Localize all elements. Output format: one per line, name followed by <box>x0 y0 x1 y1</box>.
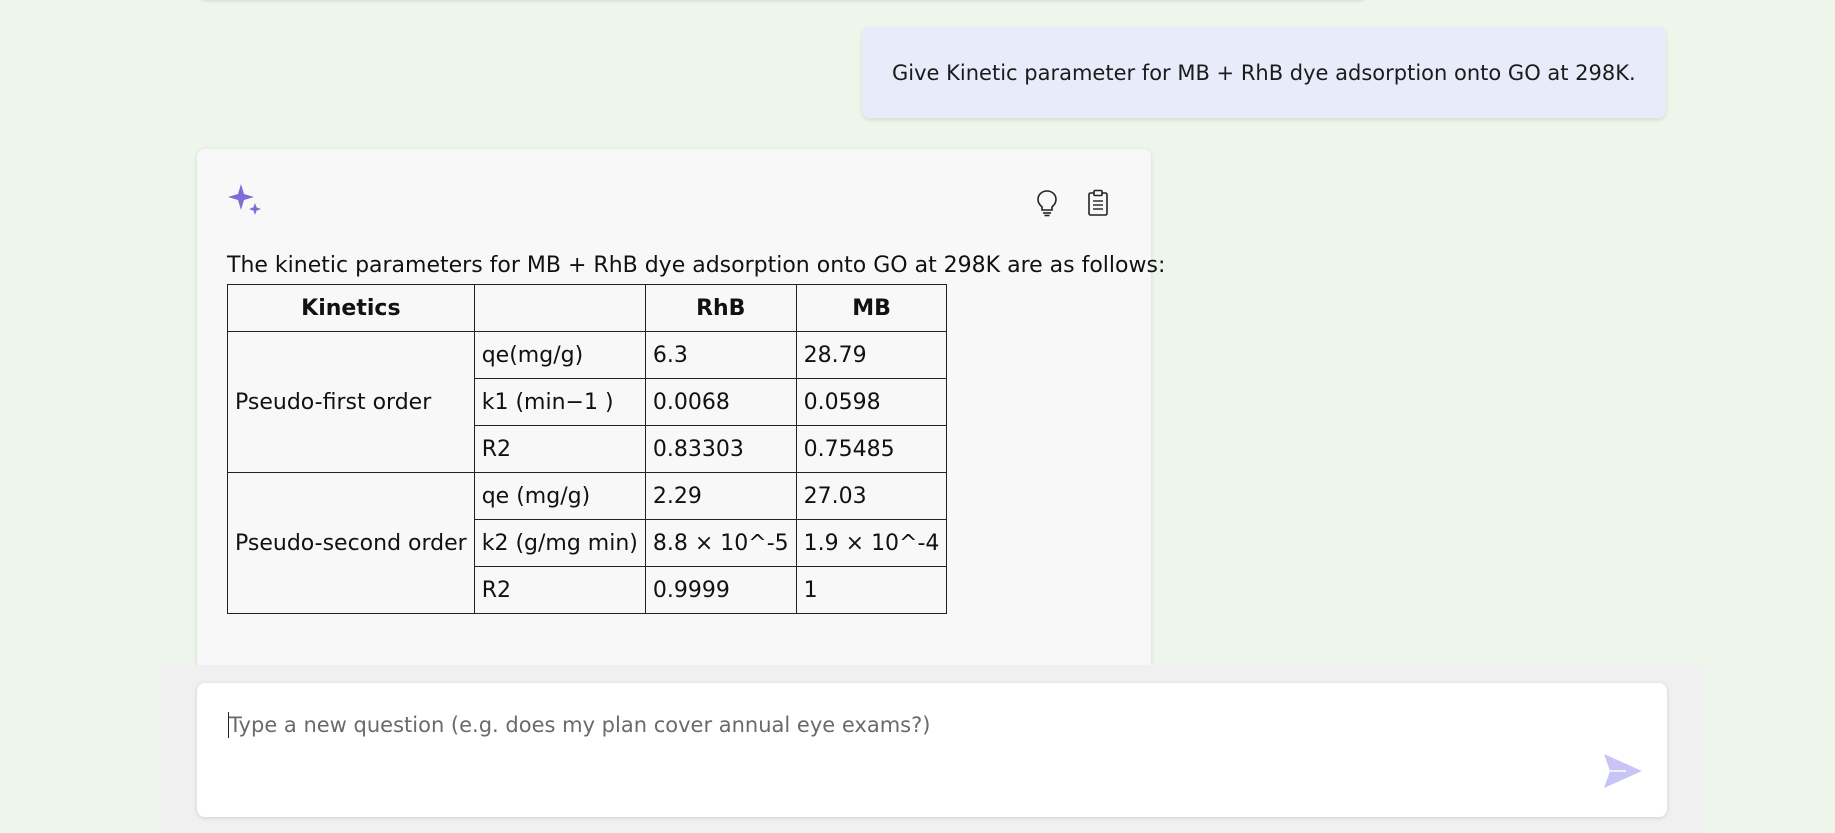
header-kinetics: Kinetics <box>227 284 475 332</box>
parameter-cell: k1 (min−1 ) <box>473 378 646 426</box>
user-message-bubble: Give Kinetic parameter for MB + RhB dye … <box>862 27 1666 118</box>
user-question-text: Give Kinetic parameter for MB + RhB dye … <box>892 60 1636 85</box>
answer-intro-text: The kinetic parameters for MB + RhB dye … <box>227 253 1166 278</box>
rhb-value-cell: 0.9999 <box>644 566 797 614</box>
parameter-cell: R2 <box>473 425 646 473</box>
table-header-row: Kinetics RhB MB <box>227 284 948 332</box>
parameter-cell: qe(mg/g) <box>473 331 646 379</box>
header-mb: MB <box>795 284 948 332</box>
mb-value-cell: 0.0598 <box>795 378 948 426</box>
text-caret <box>228 712 229 738</box>
header-parameter <box>473 284 646 332</box>
table-row: Pseudo-first order qe(mg/g) 6.3 28.79 <box>227 331 948 473</box>
send-icon[interactable] <box>1602 751 1644 791</box>
header-rhb: RhB <box>644 284 797 332</box>
mb-value-cell: 27.03 <box>795 472 948 520</box>
parameter-cell: qe (mg/g) <box>473 472 646 520</box>
answer-card: The kinetic parameters for MB + RhB dye … <box>197 149 1165 689</box>
mb-value-cell: 0.75485 <box>795 425 948 473</box>
rhb-value-cell: 0.83303 <box>644 425 797 473</box>
parameter-cell: R2 <box>473 566 646 614</box>
group-label-pseudo-second-order: Pseudo-second order <box>227 472 475 614</box>
question-input-box[interactable] <box>197 683 1667 817</box>
kinetics-table: Kinetics RhB MB Pseudo-first order qe(mg… <box>227 284 948 614</box>
clipboard-icon[interactable] <box>1086 189 1110 217</box>
mb-value-cell: 1 <box>795 566 948 614</box>
question-input[interactable] <box>229 713 1589 753</box>
lightbulb-icon[interactable] <box>1035 189 1059 217</box>
mb-value-cell: 1.9 × 10^-4 <box>795 519 948 567</box>
rhb-value-cell: 2.29 <box>644 472 797 520</box>
rhb-value-cell: 8.8 × 10^-5 <box>644 519 797 567</box>
group-label-pseudo-first-order: Pseudo-first order <box>227 331 475 473</box>
table-row: Pseudo-second order qe (mg/g) 2.29 27.03 <box>227 472 948 614</box>
parameter-cell: k2 (g/mg min) <box>473 519 646 567</box>
mb-value-cell: 28.79 <box>795 331 948 379</box>
rhb-value-cell: 0.0068 <box>644 378 797 426</box>
sparkle-icon <box>228 184 261 215</box>
rhb-value-cell: 6.3 <box>644 331 797 379</box>
chat-app: Give Kinetic parameter for MB + RhB dye … <box>0 0 1835 833</box>
